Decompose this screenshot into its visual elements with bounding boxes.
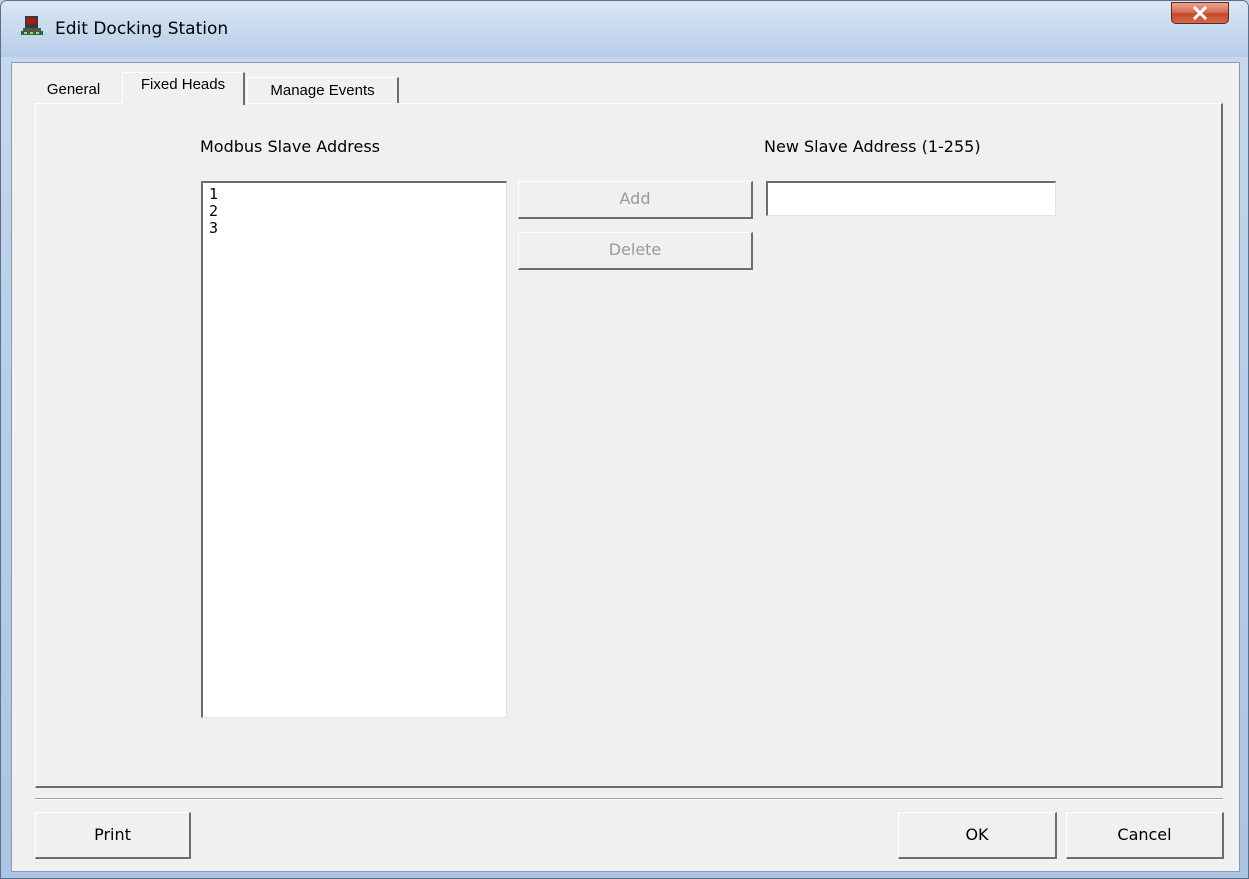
title-bar[interactable]: Edit Docking Station [1,1,1248,57]
docking-station-icon [21,15,43,37]
list-item[interactable]: 1 [209,186,506,203]
footer-divider [35,798,1223,800]
close-icon [1192,6,1208,20]
add-button[interactable]: Add [518,181,753,219]
tab-general-label: General [46,81,101,98]
print-button[interactable]: Print [35,812,191,859]
list-item[interactable]: 2 [209,203,506,220]
tab-manage-events[interactable]: Manage Events [247,77,399,104]
modbus-slave-address-list[interactable]: 1 2 3 [201,181,507,718]
ok-button[interactable]: OK [898,812,1057,859]
cancel-button[interactable]: Cancel [1066,812,1224,859]
delete-button[interactable]: Delete [518,232,753,270]
tab-general[interactable]: General [25,77,122,104]
tab-fixed-heads[interactable]: Fixed Heads [122,72,245,105]
modbus-slave-address-label: Modbus Slave Address [200,137,380,156]
close-button[interactable] [1171,2,1229,24]
tab-fixed-heads-label: Fixed Heads [140,76,226,93]
tab-manage-events-label: Manage Events [270,82,375,99]
new-slave-address-input[interactable] [766,181,1056,216]
list-item[interactable]: 3 [209,220,506,237]
new-slave-address-label: New Slave Address (1-255) [764,137,981,156]
window-title: Edit Docking Station [55,19,229,39]
